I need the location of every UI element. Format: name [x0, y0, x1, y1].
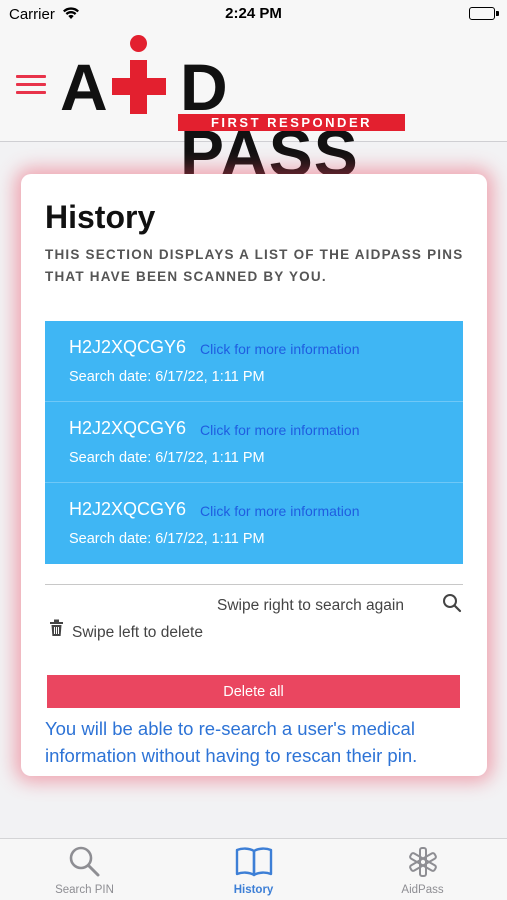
search-date: Search date: 6/17/22, 1:11 PM — [69, 450, 265, 466]
history-list-item[interactable]: H2J2XQCGY6 Click for more information Se… — [45, 483, 463, 564]
search-date: Search date: 6/17/22, 1:11 PM — [69, 369, 265, 385]
divider — [45, 584, 463, 585]
tab-label: AidPass — [401, 884, 444, 896]
page-title: History — [45, 199, 156, 235]
delete-all-button[interactable]: Delete all — [47, 675, 460, 708]
tab-label: History — [233, 884, 274, 896]
swipe-right-hint: Swipe right to search again — [217, 597, 404, 614]
history-list-item[interactable]: H2J2XQCGY6 Click for more information Se… — [45, 402, 463, 483]
search-date: Search date: 6/17/22, 1:11 PM — [69, 531, 265, 547]
status-time: 2:24 PM — [225, 5, 282, 22]
more-info-link[interactable]: Click for more information — [200, 341, 360, 357]
tab-history[interactable]: History — [169, 839, 338, 900]
pin-code: H2J2XQCGY6 — [69, 337, 187, 357]
menu-icon[interactable] — [16, 75, 46, 95]
tab-aidpass[interactable]: AidPass — [338, 839, 507, 900]
logo-letter-a: A — [60, 50, 109, 124]
more-info-link[interactable]: Click for more information — [200, 503, 360, 519]
section-description: THIS SECTION DISPLAYS A LIST OF THE AIDP… — [45, 247, 464, 284]
status-bar: Carrier 2:24 PM — [0, 0, 507, 30]
aidpass-logo: A D PASS FIRST RESPONDER — [60, 32, 410, 186]
tab-label: Search PIN — [55, 884, 114, 896]
trash-icon — [49, 619, 64, 642]
history-card: History THIS SECTION DISPLAYS A LIST OF … — [21, 174, 487, 776]
logo-tagline: FIRST RESPONDER — [178, 114, 405, 131]
battery-icon — [469, 7, 495, 20]
swipe-left-hint: Swipe left to delete — [72, 624, 203, 641]
tab-bar: Search PIN History AidPass — [0, 838, 507, 900]
pin-code: H2J2XQCGY6 — [69, 418, 187, 438]
tab-search-pin[interactable]: Search PIN — [0, 839, 169, 900]
pin-code: H2J2XQCGY6 — [69, 499, 187, 519]
history-list-item[interactable]: H2J2XQCGY6 Click for more information Se… — [45, 321, 463, 402]
info-note: You will be able to re-search a user's m… — [45, 718, 418, 766]
history-list: H2J2XQCGY6 Click for more information Se… — [45, 321, 463, 564]
more-info-link[interactable]: Click for more information — [200, 422, 360, 438]
app-header: A D PASS FIRST RESPONDER — [0, 30, 507, 186]
search-icon — [442, 593, 462, 618]
logo-dot — [130, 35, 147, 52]
